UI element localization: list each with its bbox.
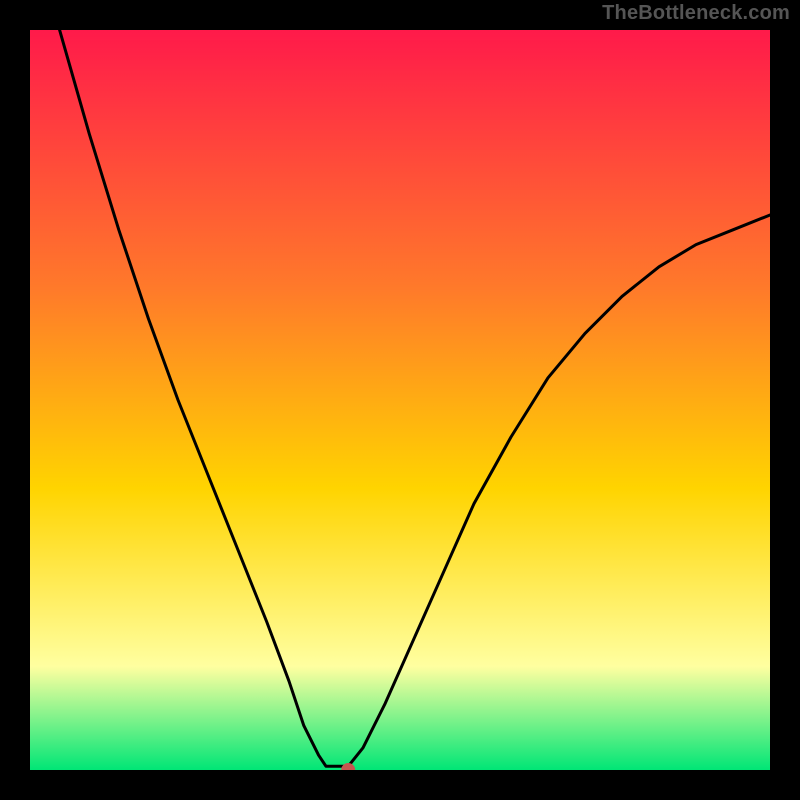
watermark-text: TheBottleneck.com	[602, 2, 790, 25]
gradient-background	[30, 30, 770, 770]
chart-frame: TheBottleneck.com	[0, 0, 800, 800]
plot-area	[30, 30, 770, 770]
plot-svg	[30, 30, 770, 770]
